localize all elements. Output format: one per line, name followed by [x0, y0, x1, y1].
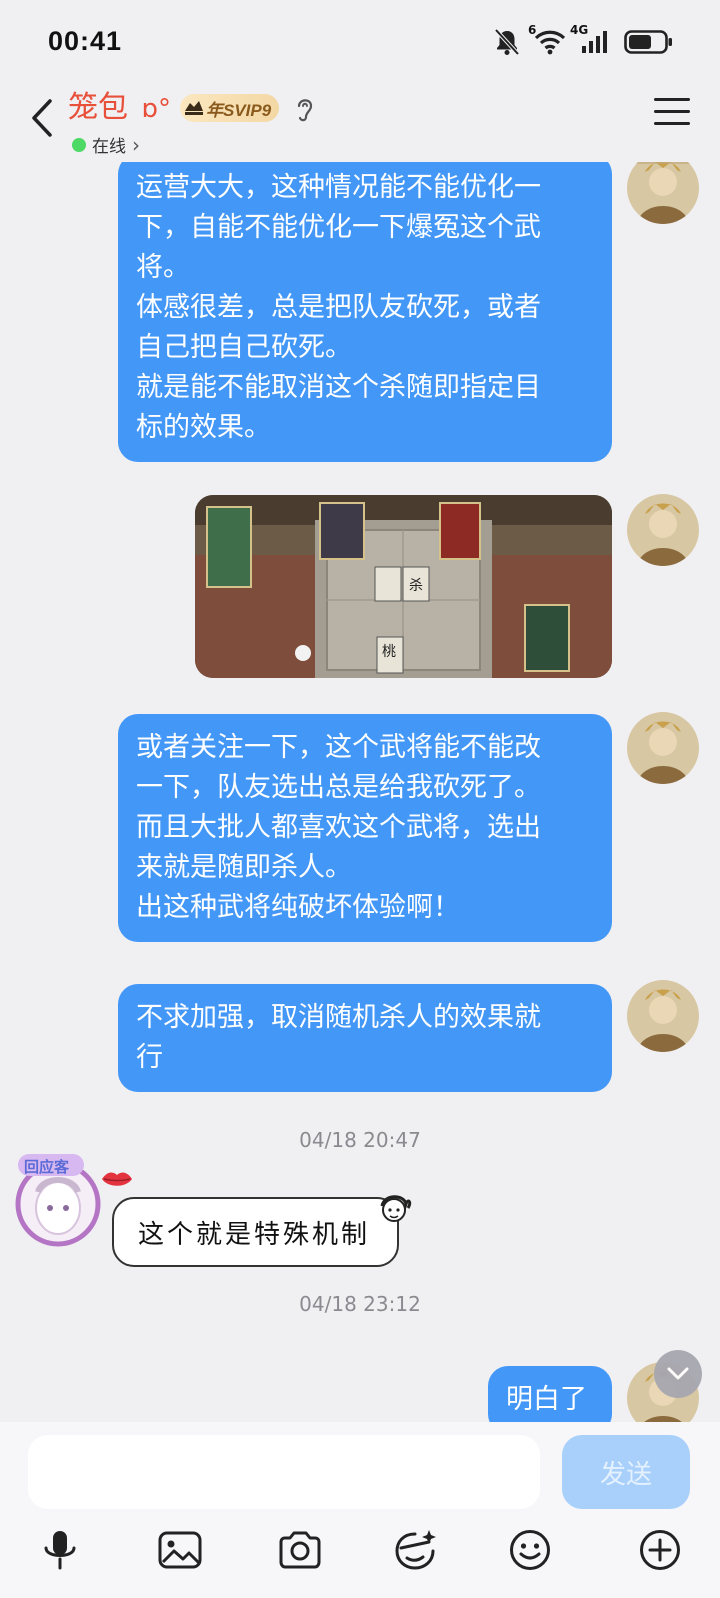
battery-icon [624, 30, 672, 54]
message-timestamp: 04/18 23:12 [299, 1292, 421, 1316]
scroll-to-bottom-button[interactable] [654, 1350, 702, 1398]
name-suffix: ɒ° [141, 94, 172, 124]
message-bubble[interactable]: 明白了 [488, 1366, 612, 1422]
input-toolbar [0, 1522, 720, 1586]
ear-icon[interactable] [294, 94, 316, 124]
cellular-signal-icon: 4G [570, 23, 610, 55]
sticker-message[interactable]: 这个就是特殊机制 [112, 1197, 399, 1267]
plus-icon [640, 1530, 680, 1570]
contact-name-text: 笼包 [68, 90, 128, 125]
chevron-left-icon [32, 99, 52, 137]
image-card-text: 桃 [382, 644, 396, 660]
voice-button[interactable] [32, 1522, 88, 1578]
menu-button[interactable] [654, 98, 690, 132]
bell-muted-icon [494, 28, 520, 56]
avatar-tag: 回应客 [24, 1158, 70, 1176]
camera-icon [279, 1531, 321, 1569]
vip-crown-icon [185, 101, 203, 115]
message-bubble[interactable]: 或者关注一下，这个武将能不能改 一下，队友选出总是给我砍死了。 而且大批人都喜欢… [118, 714, 612, 942]
contact-name[interactable]: 笼包 ɒ° [68, 88, 171, 129]
menu-line [654, 110, 690, 113]
avatar[interactable] [627, 162, 699, 224]
avatar[interactable] [627, 494, 699, 566]
wifi-icon: 6 [528, 23, 566, 55]
online-dot [72, 137, 86, 152]
avatar[interactable] [627, 712, 699, 784]
network-label: 4G [570, 23, 589, 37]
status-icons: 6 4G [494, 23, 674, 56]
camera-button[interactable] [272, 1522, 328, 1578]
message-timestamp: 04/18 20:47 [299, 1128, 421, 1152]
vip-badge[interactable]: 年SVIP9 [180, 94, 280, 122]
chevron-right-icon: › [132, 132, 140, 157]
menu-line [654, 122, 690, 125]
lips-icon [102, 1172, 132, 1186]
emoji-button[interactable] [502, 1522, 558, 1578]
back-button[interactable] [22, 94, 62, 142]
online-status-text: 在线 [92, 137, 126, 157]
status-bar: 00:41 6 4G [0, 0, 720, 88]
image-card-text: 杀 [409, 578, 423, 594]
online-status[interactable]: 在线 › [72, 132, 140, 157]
send-button[interactable]: 发送 [562, 1435, 690, 1509]
chat-area[interactable]: 运营大大，这种情况能不能优化一 下，自能不能优化一下爆冤这个武 将。 体感很差，… [0, 162, 720, 1422]
input-bar: 发送 [0, 1422, 720, 1598]
wifi-label: 6 [528, 23, 537, 37]
message-bubble[interactable]: 运营大大，这种情况能不能优化一 下，自能不能优化一下爆冤这个武 将。 体感很差，… [118, 162, 612, 462]
image-message[interactable]: 桃 杀 [195, 495, 612, 678]
send-button-label: 发送 [599, 1459, 652, 1490]
vip-badge-text: 年SVIP9 [206, 100, 272, 120]
sticker-button[interactable] [388, 1522, 444, 1578]
chevron-down-icon [667, 1367, 689, 1380]
other-avatar[interactable]: 回应客 [12, 1152, 104, 1248]
chat-header: 笼包 ɒ° 年SVIP9 在线 › [0, 88, 720, 162]
sticker-face-doodle [380, 1195, 412, 1222]
message-bubble[interactable]: 不求加强，取消随机杀人的效果就 行 [118, 984, 612, 1092]
more-button[interactable] [632, 1522, 688, 1578]
microphone-icon [44, 1531, 76, 1570]
message-input[interactable] [28, 1435, 540, 1509]
photo-album-button[interactable] [152, 1522, 208, 1578]
status-time: 00:41 [48, 26, 123, 56]
menu-line [654, 98, 690, 101]
image-icon [158, 1531, 202, 1569]
sticker-text: 这个就是特殊机制 [138, 1219, 371, 1250]
emoji-icon [510, 1530, 550, 1570]
avatar[interactable] [627, 980, 699, 1052]
sticker-face-icon [395, 1530, 436, 1570]
